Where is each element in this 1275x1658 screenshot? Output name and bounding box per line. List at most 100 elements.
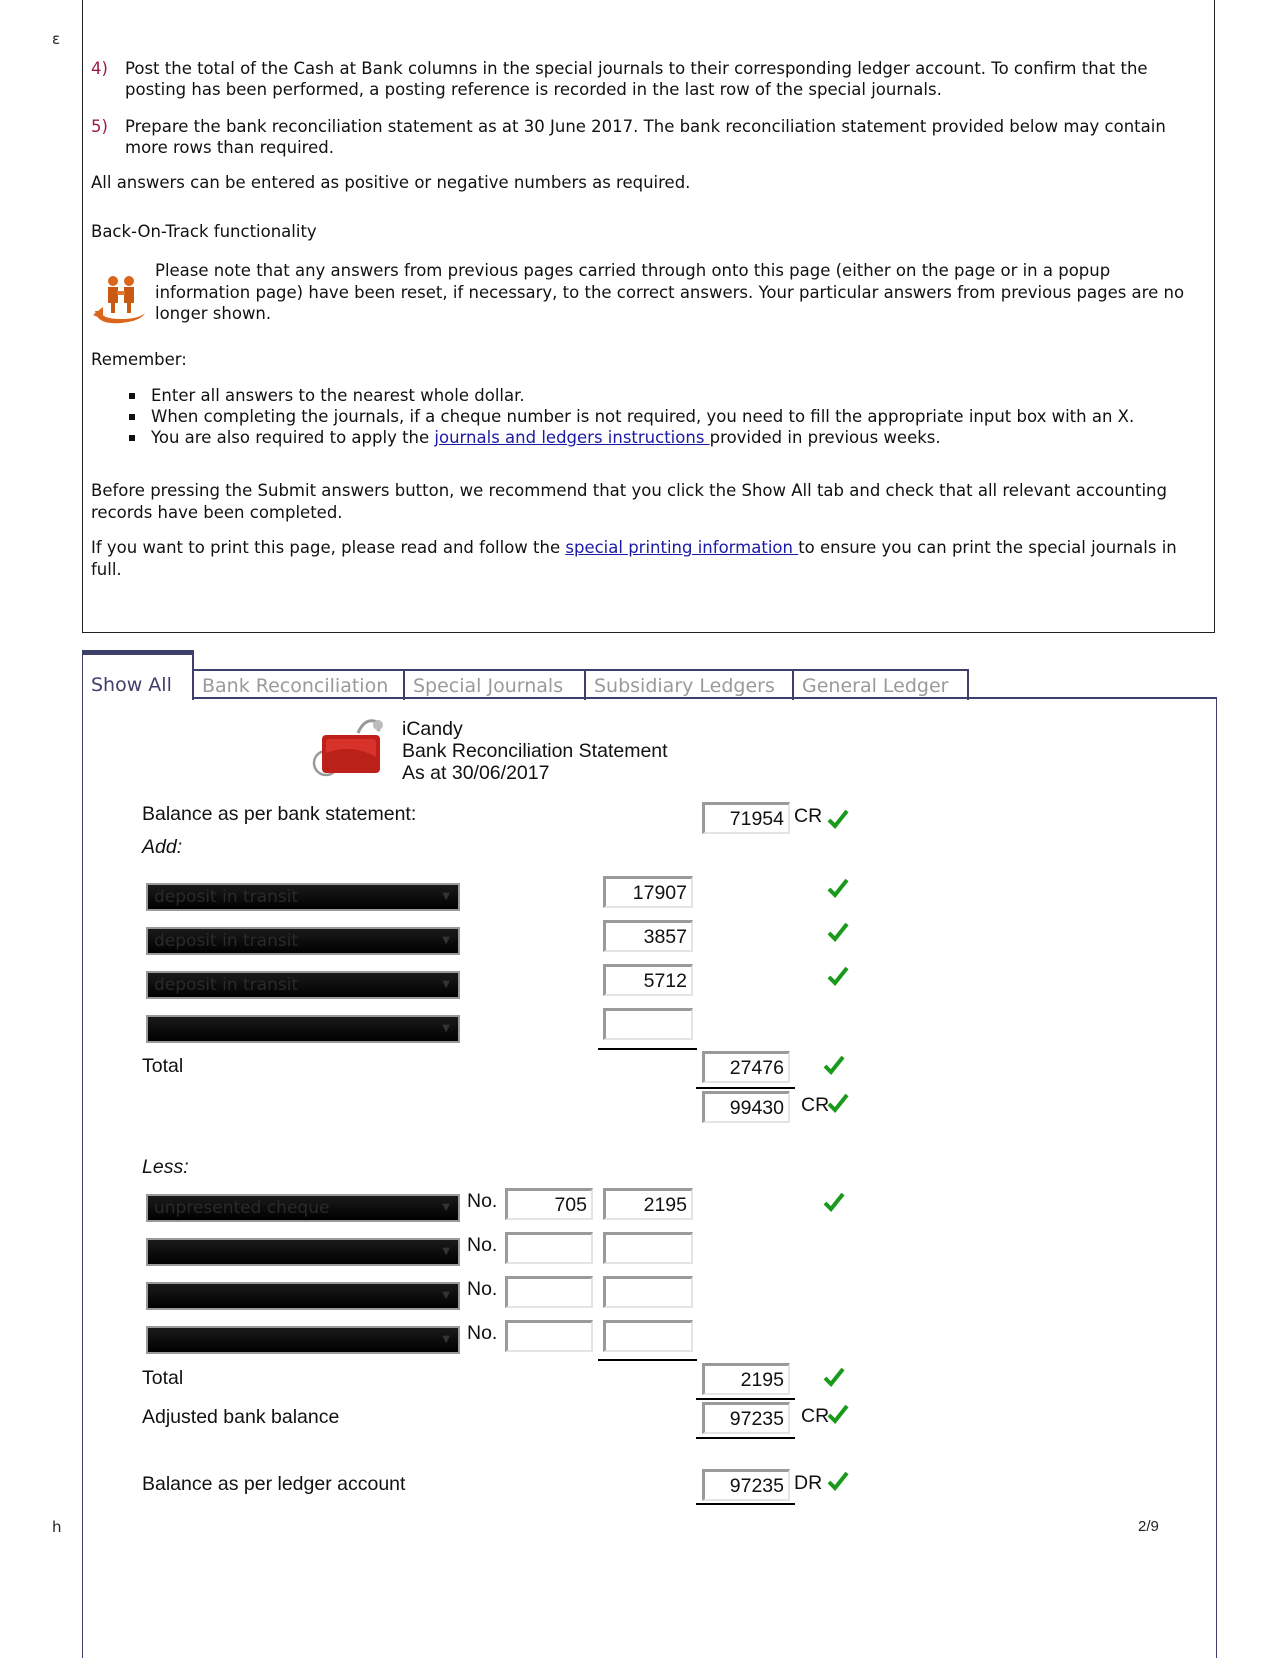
correct-tick-icon: [827, 1404, 849, 1424]
tab-special-journals[interactable]: Special Journals: [405, 669, 586, 700]
margin-mark-top: ε: [52, 30, 61, 48]
dropdown-arrow-icon: ▼: [442, 935, 450, 946]
correct-tick-icon: [827, 1093, 849, 1113]
tab-bank-reconciliation[interactable]: Bank Reconciliation: [194, 669, 405, 700]
step-number: 4): [91, 59, 108, 78]
tab-subsidiary-ledgers[interactable]: Subsidiary Ledgers: [586, 669, 794, 700]
add-type-select[interactable]: deposit in transit ▼: [146, 927, 460, 955]
tab-label: Show All: [91, 674, 172, 696]
margin-mark-bottom: h: [52, 1518, 62, 1536]
add-type-select[interactable]: ▼: [146, 1015, 460, 1043]
correct-tick-icon: [827, 966, 849, 986]
print-note-text: If you want to print this page, please r…: [91, 538, 566, 557]
cheque-no-label: No.: [467, 1322, 498, 1344]
cheque-no-label: No.: [467, 1278, 498, 1300]
add-type-select[interactable]: deposit in transit ▼: [146, 883, 460, 911]
cheque-no-label: No.: [467, 1190, 498, 1212]
subtotal-side: CR: [801, 1094, 830, 1116]
less-type-select[interactable]: ▼: [146, 1238, 460, 1266]
select-value: unpresented cheque: [154, 1198, 330, 1218]
select-value: deposit in transit: [154, 975, 299, 995]
cheque-number-input[interactable]: [505, 1232, 593, 1264]
tab-panel: [82, 698, 1217, 1658]
correct-tick-icon: [823, 1367, 845, 1387]
journals-ledgers-instructions-link[interactable]: journals and ledgers instructions: [434, 428, 709, 447]
step-text: Prepare the bank reconciliation statemen…: [125, 117, 1166, 157]
less-label: Less:: [142, 1156, 189, 1178]
back-on-track-text: Please note that any answers from previo…: [155, 261, 1185, 323]
cheque-no-label: No.: [467, 1234, 498, 1256]
less-amount-input[interactable]: 2195: [603, 1188, 693, 1220]
less-amount-input[interactable]: [603, 1276, 693, 1308]
cheque-number-input[interactable]: [505, 1320, 593, 1352]
tab-bar: Show All Bank Reconciliation Special Jou…: [82, 650, 1217, 700]
statement-header: iCandy Bank Reconciliation Statement As …: [402, 718, 668, 784]
print-note: If you want to print this page, please r…: [91, 537, 1201, 580]
tab-show-all[interactable]: Show All: [82, 650, 194, 700]
remember-item: Enter all answers to the nearest whole d…: [129, 385, 1191, 406]
correct-tick-icon: [827, 1471, 849, 1491]
subtotal-input[interactable]: 99430: [702, 1091, 790, 1123]
add-total-input[interactable]: 27476: [702, 1051, 790, 1083]
add-total-label: Total: [142, 1055, 184, 1077]
remember-item: When completing the journals, if a chequ…: [129, 406, 1191, 427]
instruction-step-4: 4) Post the total of the Cash at Bank co…: [91, 58, 1175, 100]
underline-rule: [696, 1398, 795, 1400]
step-number: 5): [91, 117, 108, 136]
less-type-select[interactable]: unpresented cheque ▼: [146, 1194, 460, 1222]
underline-rule: [696, 1503, 795, 1505]
underline-rule: [598, 1359, 697, 1361]
ledger-balance-input[interactable]: 97235: [702, 1469, 790, 1501]
ledger-balance-side: DR: [794, 1472, 823, 1494]
less-amount-input[interactable]: [603, 1320, 693, 1352]
bank-balance-label: Balance as per bank statement:: [142, 803, 417, 825]
add-type-select[interactable]: deposit in transit ▼: [146, 971, 460, 999]
cheque-number-input[interactable]: [505, 1276, 593, 1308]
tab-general-ledger[interactable]: General Ledger: [794, 669, 969, 700]
adjusted-balance-input[interactable]: 97235: [702, 1402, 790, 1434]
cheque-number-input[interactable]: 705: [505, 1188, 593, 1220]
remember-item-text: provided in previous weeks.: [709, 428, 941, 447]
answers-note: All answers can be entered as positive o…: [91, 173, 691, 192]
correct-tick-icon: [827, 809, 849, 829]
adjusted-balance-side: CR: [801, 1405, 830, 1427]
less-total-input[interactable]: 2195: [702, 1363, 790, 1395]
less-type-select[interactable]: ▼: [146, 1326, 460, 1354]
correct-tick-icon: [823, 1192, 845, 1212]
add-label: Add:: [142, 836, 183, 858]
add-amount-input[interactable]: [603, 1008, 693, 1040]
less-total-label: Total: [142, 1367, 184, 1389]
dropdown-arrow-icon: ▼: [442, 1290, 450, 1301]
dropdown-arrow-icon: ▼: [442, 1246, 450, 1257]
select-value: deposit in transit: [154, 931, 299, 951]
company-name: iCandy: [402, 718, 463, 740]
bank-balance-side: CR: [794, 805, 823, 827]
add-amount-input[interactable]: 17907: [603, 876, 693, 908]
remember-label: Remember:: [91, 350, 187, 369]
remember-item-text: You are also required to apply the: [151, 428, 435, 447]
bank-card-icon: [312, 719, 383, 777]
less-type-select[interactable]: ▼: [146, 1282, 460, 1310]
statement-title: Bank Reconciliation Statement: [402, 740, 668, 762]
add-amount-input[interactable]: 3857: [603, 920, 693, 952]
back-on-track-title: Back-On-Track functionality: [91, 222, 317, 241]
step-text: Post the total of the Cash at Bank colum…: [125, 59, 1148, 99]
add-amount-input[interactable]: 5712: [603, 964, 693, 996]
underline-rule: [696, 1437, 795, 1439]
correct-tick-icon: [823, 1055, 845, 1075]
remember-item: You are also required to apply the journ…: [129, 427, 1191, 448]
ledger-balance-label: Balance as per ledger account: [142, 1473, 406, 1495]
submit-note: Before pressing the Submit answers butto…: [91, 481, 1167, 522]
underline-rule: [598, 1048, 697, 1050]
instructions-box: 4) Post the total of the Cash at Bank co…: [82, 0, 1215, 633]
special-printing-information-link[interactable]: special printing information: [565, 538, 798, 557]
underline-rule: [696, 1087, 795, 1089]
remember-list: Enter all answers to the nearest whole d…: [91, 385, 1191, 448]
statement-date: As at 30/06/2017: [402, 762, 550, 784]
bank-balance-input[interactable]: 71954: [702, 802, 790, 834]
less-amount-input[interactable]: [603, 1232, 693, 1264]
correct-tick-icon: [827, 922, 849, 942]
instruction-step-5: 5) Prepare the bank reconciliation state…: [91, 116, 1175, 158]
dropdown-arrow-icon: ▼: [442, 979, 450, 990]
select-value: deposit in transit: [154, 887, 299, 907]
